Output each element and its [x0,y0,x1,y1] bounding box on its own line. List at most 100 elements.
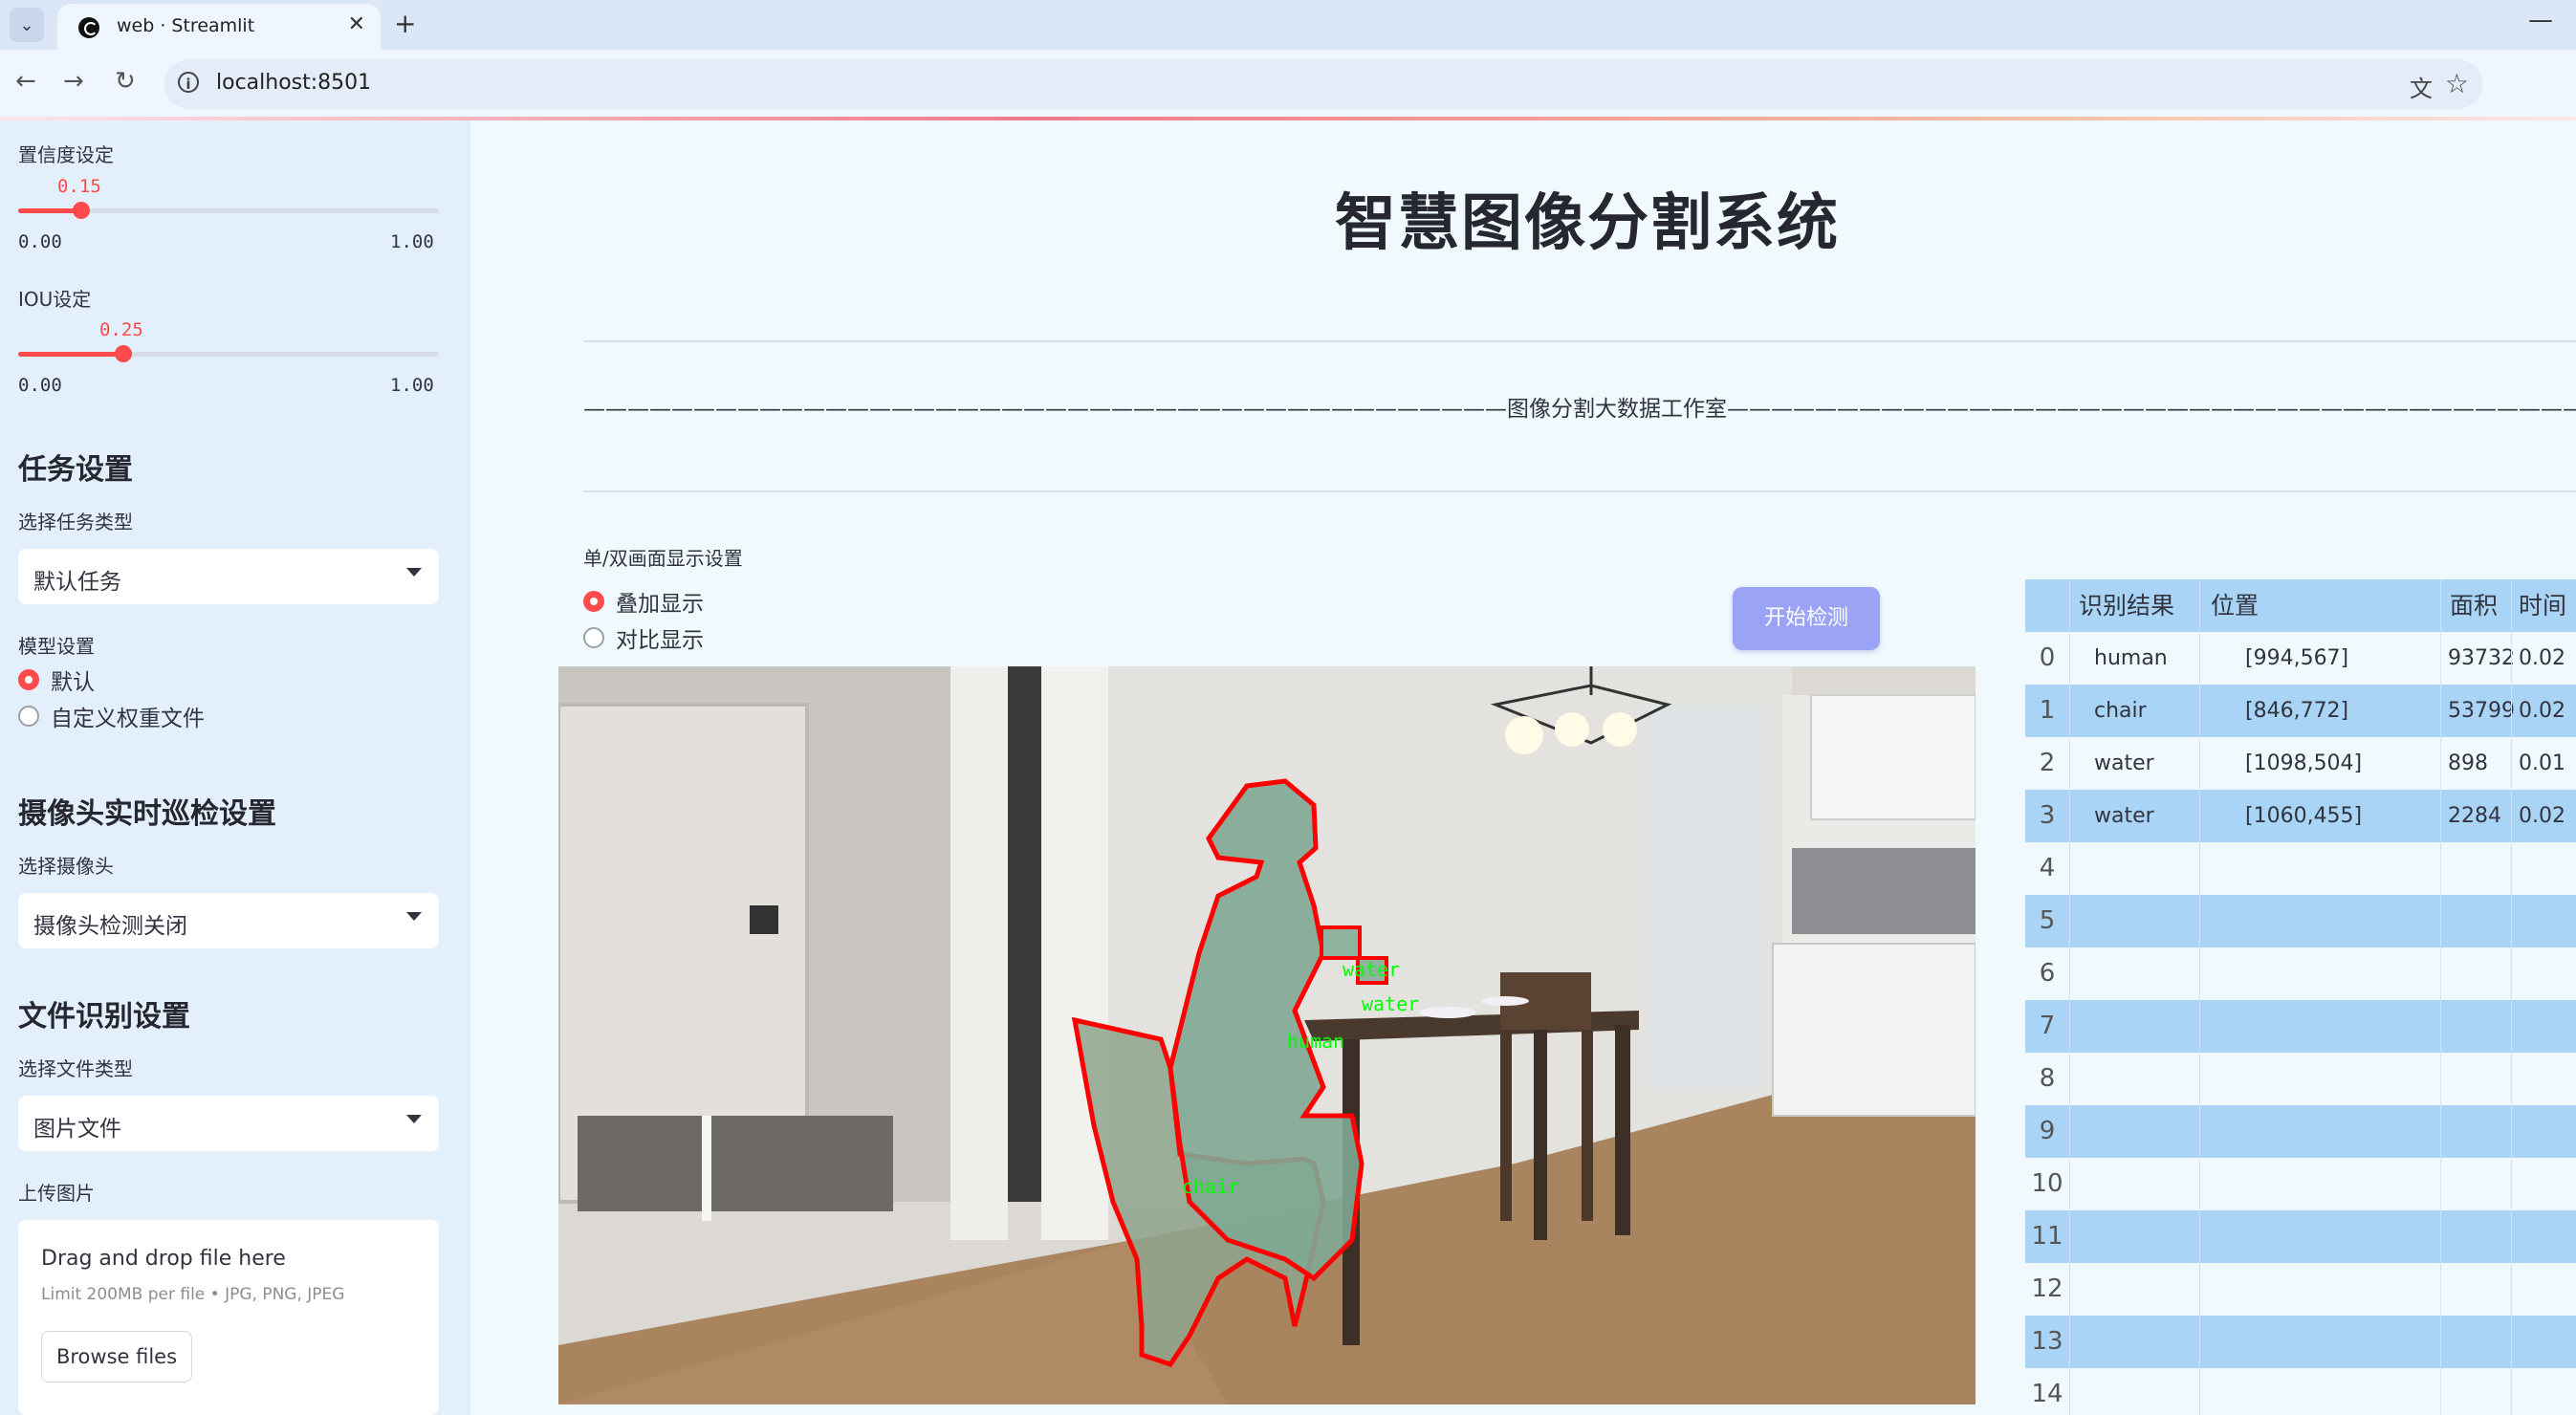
table-row[interactable]: 9 [2025,1105,2576,1158]
table-row[interactable]: 8 [2025,1053,2576,1105]
result-cell: chair [2094,699,2147,723]
confidence-slider-thumb[interactable] [73,202,90,219]
column-header-area: 面积 [2450,592,2499,620]
browser-tab-bar: ⌄ web · Streamlit ✕ + — [0,0,2576,50]
camera-selected: 摄像头检测关闭 [33,914,187,939]
camera-settings-heading: 摄像头实时巡检设置 [18,797,276,831]
display-mode-label: 单/双画面显示设置 [583,547,743,570]
table-row[interactable]: 5 [2025,895,2576,947]
camera-select[interactable]: 摄像头检测关闭 [18,893,439,948]
row-index: 2 [2039,749,2056,777]
table-row[interactable]: 10 [2025,1158,2576,1210]
row-index: 10 [2031,1169,2063,1198]
model-option-custom[interactable]: 自定义权重文件 [18,702,205,731]
row-index: 6 [2039,959,2056,988]
area-cell: 898 [2448,751,2488,775]
area-cell: 2284 [2448,804,2501,828]
row-index: 7 [2039,1012,2056,1040]
table-row[interactable]: 14 [2025,1368,2576,1415]
table-row[interactable]: 6 [2025,947,2576,1000]
back-arrow-icon[interactable]: ← [15,67,36,96]
position-cell: [1060,455] [2245,804,2363,828]
scene-svg: human water water chair [558,666,1976,1404]
row-index: 14 [2031,1380,2063,1408]
position-cell: [846,772] [2245,699,2349,723]
radio-checked-icon[interactable] [583,591,604,612]
start-detection-button[interactable]: 开始检测 [1733,587,1880,650]
door-lock [750,905,778,934]
column-divider [2199,579,2200,1415]
radio-unchecked-icon[interactable] [18,706,39,727]
position-cell: [994,567] [2245,646,2349,670]
radio-unchecked-icon[interactable] [583,627,604,648]
row-index: 1 [2039,696,2056,725]
confidence-slider[interactable] [18,202,439,219]
url-text[interactable]: localhost:8501 [216,71,371,95]
table-row[interactable]: 12 [2025,1263,2576,1316]
table-row[interactable]: 13 [2025,1316,2576,1368]
address-bar[interactable]: i localhost:8501 文 ☆ [164,59,2482,109]
iou-slider-thumb[interactable] [115,345,132,362]
column-divider [2440,579,2441,1415]
table-row[interactable]: 0 human [994,567] 93732 0.02 [2025,632,2576,685]
iou-label: IOU设定 [18,288,92,311]
confidence-value: 0.15 [57,176,101,197]
model-option-label: 默认 [51,670,95,695]
table-row[interactable]: 7 [2025,1000,2576,1053]
upload-label: 上传图片 [18,1182,95,1205]
site-info-icon[interactable]: i [178,72,199,93]
display-option-compare[interactable]: 对比显示 [583,623,704,653]
streamlit-favicon-icon [78,17,99,38]
camera-select-label: 选择摄像头 [18,855,114,878]
studio-subtitle: ————————————————————————————————————————… [583,397,2576,422]
column-header-position: 位置 [2211,592,2259,620]
iou-max: 1.00 [390,375,434,396]
segmentation-result-image: human water water chair [558,666,1976,1404]
row-index: 4 [2039,854,2056,882]
task-type-select[interactable]: 默认任务 [18,549,439,604]
file-uploader-dropzone[interactable]: Drag and drop file here Limit 200MB per … [18,1220,439,1415]
browse-files-button[interactable]: Browse files [41,1331,192,1382]
forward-arrow-icon[interactable]: → [63,67,84,96]
row-index: 9 [2039,1117,2056,1145]
browser-toolbar: ← → ↻ i localhost:8501 文 ☆ [0,50,2576,119]
row-index: 3 [2039,801,2056,830]
iou-min: 0.00 [18,375,62,396]
row-index: 13 [2031,1327,2063,1356]
bookmark-star-icon[interactable]: ☆ [2445,68,2469,99]
row-index: 0 [2039,643,2056,672]
detection-label: chair [1182,1175,1239,1198]
radio-checked-icon[interactable] [18,669,39,690]
new-tab-icon[interactable]: + [394,8,416,39]
task-type-label: 选择任务类型 [18,511,133,533]
chevron-down-icon [406,568,422,577]
display-option-overlay[interactable]: 叠加显示 [583,587,704,617]
minimize-window-icon[interactable]: — [2528,6,2553,34]
task-settings-heading: 任务设置 [18,453,133,487]
model-option-default[interactable]: 默认 [18,665,95,695]
time-cell: 0.01 [2519,751,2565,775]
table-row[interactable]: 3 water [1060,455] 2284 0.02 [2025,790,2576,842]
result-cell: water [2094,751,2154,775]
time-cell: 0.02 [2519,646,2565,670]
translate-icon[interactable]: 文 [2410,70,2433,103]
file-type-select[interactable]: 图片文件 [18,1096,439,1151]
detection-label: human [1287,1030,1344,1053]
table-row[interactable]: 1 chair [846,772] 53799 0.02 [2025,685,2576,737]
result-cell: human [2094,646,2168,670]
kitchen-cabinet [1772,943,1976,1117]
table-row[interactable]: 11 [2025,1210,2576,1263]
chevron-down-icon [406,912,422,921]
reload-icon[interactable]: ↻ [115,67,136,96]
iou-slider[interactable] [18,345,439,362]
tab-list-button[interactable]: ⌄ [10,8,44,42]
column-divider [2069,579,2070,1415]
table-row[interactable]: 4 [2025,842,2576,895]
table-row[interactable]: 2 water [1098,504] 898 0.01 [2025,737,2576,790]
tab-title: web · Streamlit [117,15,255,36]
browser-tab[interactable]: web · Streamlit ✕ [57,4,381,50]
row-index: 5 [2039,906,2056,935]
results-table[interactable]: 识别结果 位置 面积 时间 0 human [994,567] 93732 0.02 1 c… [2025,579,2576,1415]
task-type-selected: 默认任务 [33,570,121,595]
close-tab-icon[interactable]: ✕ [348,12,365,36]
